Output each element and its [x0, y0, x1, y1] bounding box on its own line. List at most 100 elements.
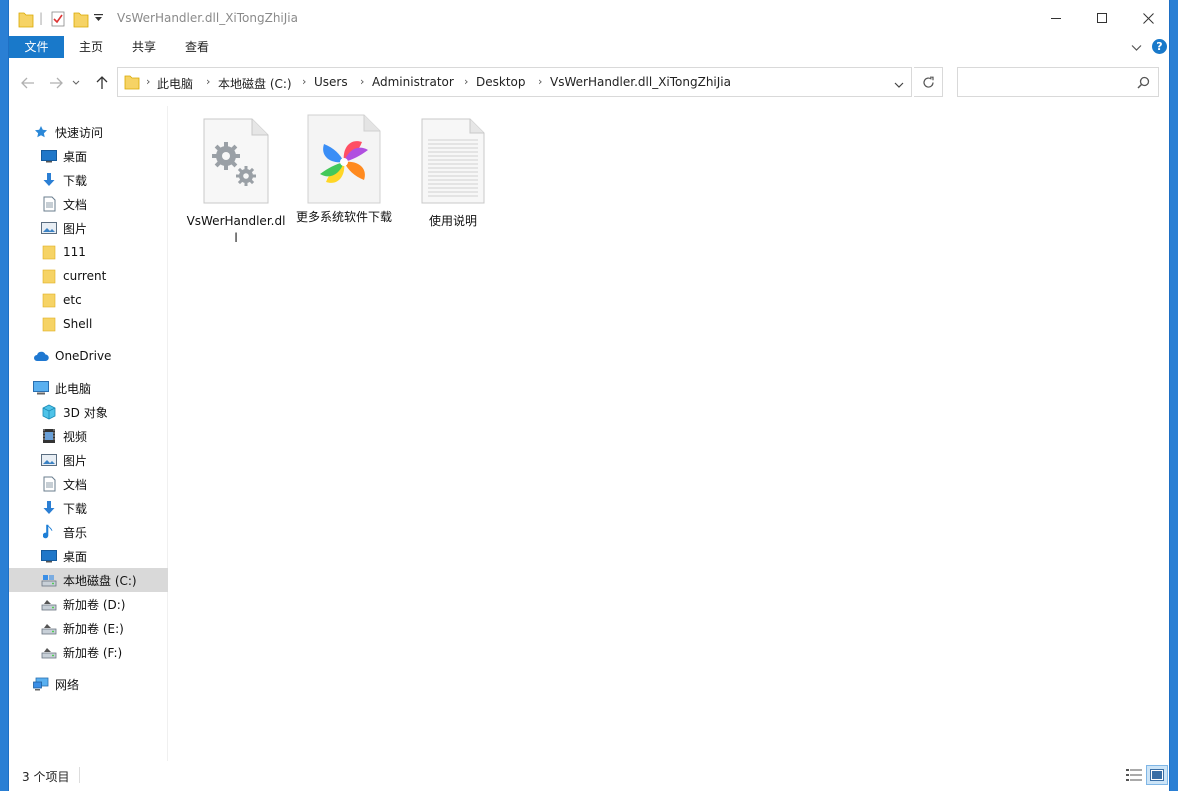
- large-icons-view-button[interactable]: [1146, 765, 1168, 785]
- folder-icon: [41, 244, 57, 260]
- nav-quick-access[interactable]: 快速访问: [9, 120, 189, 144]
- close-icon: [1142, 12, 1154, 24]
- recent-locations-button[interactable]: [69, 72, 83, 94]
- nav-label: 图片: [63, 221, 88, 236]
- document-icon: [41, 196, 57, 212]
- large-icons-view-icon: [1150, 769, 1164, 781]
- nav-label: 图片: [63, 453, 88, 468]
- breadcrumb-separator[interactable]: ›: [464, 75, 468, 88]
- download-icon: [41, 172, 57, 188]
- folder-icon: [124, 74, 140, 93]
- nav-label: 文档: [63, 477, 88, 492]
- nav-label: 下载: [63, 173, 88, 188]
- music-icon: [41, 524, 57, 540]
- details-view-button[interactable]: [1123, 765, 1145, 785]
- breadcrumb-administrator[interactable]: Administrator: [372, 75, 454, 89]
- nav-label: 本地磁盘 (C:): [63, 573, 137, 588]
- navigation-pane: 快速访问 桌面 下载 文档 图片 111 current etc Shell O…: [9, 106, 197, 761]
- customize-toolbar-icon[interactable]: [94, 12, 103, 30]
- cloud-icon: [33, 348, 49, 364]
- file-item[interactable]: 使用说明: [403, 118, 503, 230]
- window-title: VsWerHandler.dll_XiTongZhiJia: [117, 11, 298, 25]
- tab-home[interactable]: 主页: [69, 36, 113, 58]
- folder-icon: [41, 268, 57, 284]
- properties-icon[interactable]: [51, 10, 65, 28]
- nav-onedrive[interactable]: OneDrive: [9, 344, 189, 368]
- nav-label: 快速访问: [55, 125, 104, 140]
- desktop-icon: [41, 148, 57, 164]
- nav-label: 新加卷 (D:): [63, 597, 126, 612]
- search-box[interactable]: [957, 67, 1159, 97]
- nav-label: 桌面: [63, 149, 88, 164]
- item-count: 3 个项目: [22, 770, 70, 784]
- drive-icon: [41, 596, 57, 612]
- breadcrumb-separator[interactable]: ›: [146, 75, 150, 88]
- star-icon: [33, 124, 49, 140]
- nav-label: 111: [63, 245, 86, 259]
- text-file-icon: [420, 118, 486, 207]
- breadcrumb-current-folder[interactable]: VsWerHandler.dll_XiTongZhiJia: [550, 75, 731, 89]
- status-divider: [79, 767, 80, 783]
- breadcrumb-separator[interactable]: ›: [206, 75, 210, 88]
- status-bar: 3 个项目: [9, 761, 1169, 791]
- minimize-button[interactable]: [1033, 0, 1079, 36]
- nav-label: 网络: [55, 677, 80, 692]
- nav-label: etc: [63, 293, 82, 307]
- breadcrumb-local-disk-c[interactable]: 本地磁盘 (C:): [218, 75, 292, 92]
- breadcrumb-this-pc[interactable]: 此电脑: [157, 75, 193, 92]
- close-button[interactable]: [1125, 0, 1169, 36]
- nav-label: 下载: [63, 501, 88, 516]
- title-bar: | VsWerHandler.dll_XiTongZhiJia: [9, 0, 1169, 36]
- new-folder-icon[interactable]: [73, 10, 89, 28]
- pictures-icon: [41, 220, 57, 236]
- file-item[interactable]: VsWerHandler.dll: [186, 118, 286, 247]
- file-item[interactable]: 更多系统软件下载: [294, 114, 394, 226]
- maximize-icon: [1097, 13, 1107, 23]
- pictures-icon: [41, 452, 57, 468]
- refresh-button[interactable]: [914, 67, 943, 97]
- tab-file[interactable]: 文件: [9, 36, 64, 58]
- nav-label: 视频: [63, 429, 88, 444]
- tab-view[interactable]: 查看: [175, 36, 219, 58]
- drive-icon: [41, 644, 57, 660]
- browser-shortcut-icon: [306, 114, 382, 207]
- navigation-bar: › 此电脑 › 本地磁盘 (C:) › Users › Administrato…: [9, 58, 1169, 107]
- maximize-button[interactable]: [1079, 0, 1125, 36]
- file-name: 更多系统软件下载: [295, 210, 392, 224]
- breadcrumb-separator[interactable]: ›: [538, 75, 542, 88]
- address-bar[interactable]: › 此电脑 › 本地磁盘 (C:) › Users › Administrato…: [117, 67, 912, 97]
- back-button[interactable]: [17, 72, 39, 94]
- nav-label: 桌面: [63, 549, 88, 564]
- up-button[interactable]: [91, 72, 113, 94]
- folder-icon: [41, 316, 57, 332]
- chevron-down-icon: [72, 80, 80, 85]
- refresh-icon: [922, 76, 934, 88]
- forward-button[interactable]: [45, 72, 67, 94]
- tab-share[interactable]: 共享: [122, 36, 166, 58]
- nav-label: 新加卷 (E:): [63, 621, 124, 636]
- search-input[interactable]: [962, 72, 1136, 94]
- address-dropdown-button[interactable]: [894, 78, 904, 92]
- dll-file-icon: [202, 118, 270, 207]
- breadcrumb-desktop[interactable]: Desktop: [476, 75, 526, 89]
- search-icon[interactable]: [1137, 76, 1150, 92]
- file-name: VsWerHandler.dll: [186, 214, 286, 245]
- nav-this-pc[interactable]: 此电脑: [9, 376, 189, 400]
- help-button[interactable]: ?: [1152, 39, 1167, 54]
- network-icon: [33, 676, 49, 692]
- minimize-icon: [1051, 18, 1061, 19]
- expand-ribbon-icon[interactable]: [1131, 41, 1142, 55]
- details-view-icon: [1126, 769, 1142, 781]
- nav-label: 3D 对象: [63, 405, 108, 420]
- nav-label: current: [63, 269, 107, 283]
- download-icon: [41, 500, 57, 516]
- breadcrumb-separator[interactable]: ›: [302, 75, 306, 88]
- breadcrumb-separator[interactable]: ›: [360, 75, 364, 88]
- nav-network[interactable]: 网络: [9, 672, 189, 696]
- up-arrow-icon: [96, 76, 108, 89]
- video-icon: [41, 428, 57, 444]
- breadcrumb-users[interactable]: Users: [314, 75, 348, 89]
- desktop-icon: [41, 548, 57, 564]
- folder-icon: [41, 292, 57, 308]
- file-list: VsWerHandler.dll 更多系统软件下载 使用说明: [168, 106, 1168, 761]
